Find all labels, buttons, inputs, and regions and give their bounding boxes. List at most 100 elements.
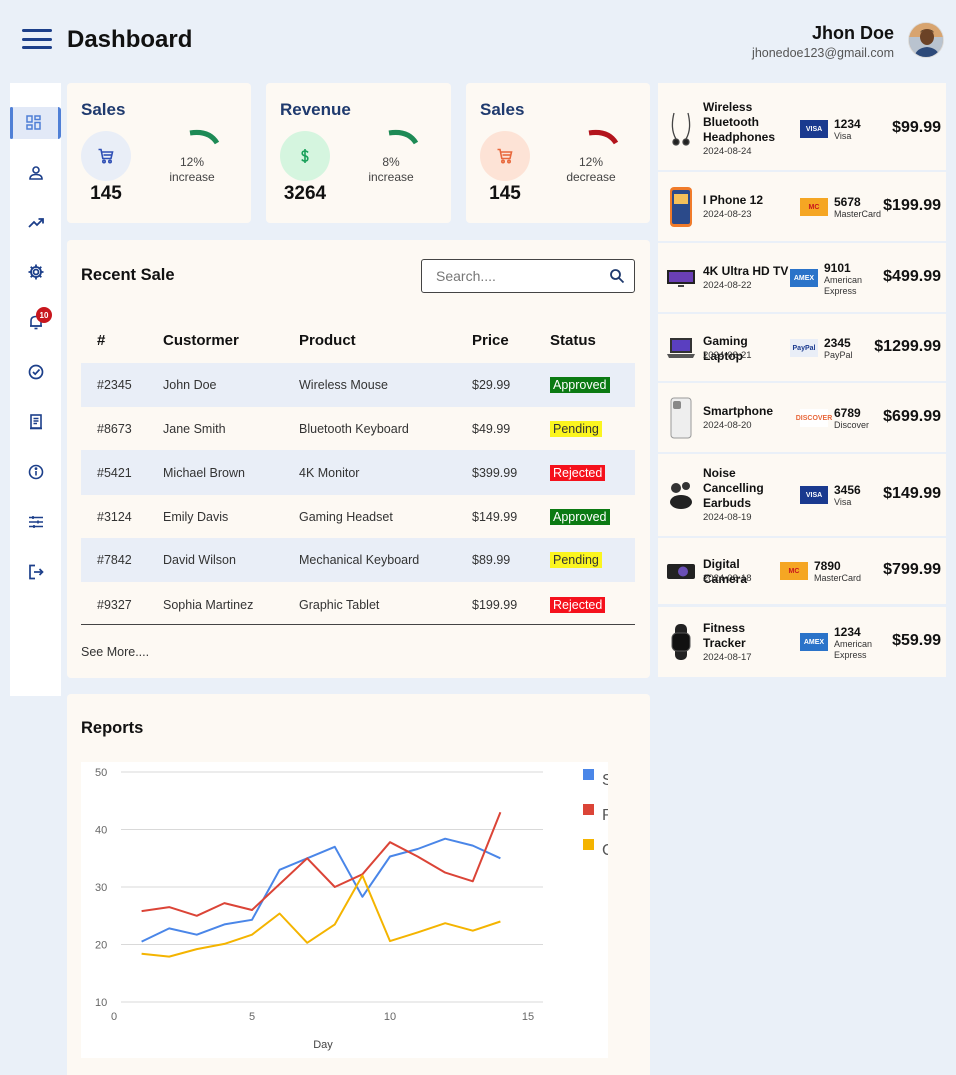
cell-customer: David Wilson xyxy=(147,538,283,582)
cell-product: Graphic Tablet xyxy=(283,582,456,628)
smartphone-icon xyxy=(666,387,696,448)
stat-card-revenue: Revenue 3264 8% increase xyxy=(266,83,451,223)
stat-value: 3264 xyxy=(283,183,327,204)
camera-icon xyxy=(666,542,696,600)
cell-id: #5421 xyxy=(81,450,147,495)
sliders-icon xyxy=(28,516,43,528)
status-badge: Approved xyxy=(550,377,610,393)
card-number: 7890 xyxy=(814,559,841,573)
line-chart: 10 20 30 40 50 0 5 10 15 Day S R C xyxy=(95,767,614,1051)
phone-icon xyxy=(666,176,696,237)
transaction-item[interactable]: Noise Cancelling Earbuds 2024-08-19 VISA 34… xyxy=(658,454,946,536)
status-badge: Rejected xyxy=(550,597,606,613)
card-brand: MasterCard xyxy=(834,209,882,219)
transaction-item[interactable]: Digital Camera 2024-08-18 MC 7890 MasterCard… xyxy=(658,538,946,604)
sidebar-item-filters[interactable] xyxy=(10,506,61,538)
series-line-0 xyxy=(141,837,501,943)
search-icon[interactable] xyxy=(609,268,625,284)
transaction-date: 2024-08-21 xyxy=(703,350,752,361)
stat-percent: 8% xyxy=(382,155,400,169)
transaction-amount: $149.99 xyxy=(883,485,941,502)
table-row[interactable]: #5421 Michael Brown 4K Monitor $399.99 Rejec… xyxy=(81,450,635,495)
table-row[interactable]: #2345 John Doe Wireless Mouse $29.99 Approve… xyxy=(81,363,635,407)
series-line-1 xyxy=(141,811,502,917)
transaction-date: 2024-08-23 xyxy=(703,209,752,220)
table-row[interactable]: #9327 Sophia Martinez Graphic Tablet $199.9… xyxy=(81,582,635,628)
column-header: Status xyxy=(550,332,596,349)
see-more-link[interactable]: See More.... xyxy=(81,645,149,659)
transaction-amount: $199.99 xyxy=(883,197,941,214)
stat-percent: 12% xyxy=(179,155,205,169)
table-row[interactable]: #3124 Emily Davis Gaming Headset $149.99 App… xyxy=(81,495,635,538)
stat-trend: increase xyxy=(169,170,215,184)
amex-card-icon: AMEX xyxy=(800,633,828,651)
stat-card-sales-decrease: Sales 145 12% decrease xyxy=(466,83,650,223)
cell-id: #3124 xyxy=(81,495,147,538)
sidebar-item-profile[interactable] xyxy=(10,157,61,189)
card-brand: Visa xyxy=(834,497,852,507)
transaction-amount: $59.99 xyxy=(892,632,941,649)
transaction-item[interactable]: Wireless Bluetooth Headphones 2024-08-24 V… xyxy=(658,87,946,170)
user-icon xyxy=(28,166,43,180)
column-header: Price xyxy=(472,332,509,349)
search-input[interactable] xyxy=(436,268,596,284)
reports-panel: Reports 10 20 30 40 50 0 5 10 15 Day S R C xyxy=(67,694,650,1075)
transaction-name: Fitness Tracker xyxy=(703,621,746,650)
sidebar-item-analytics[interactable] xyxy=(10,207,61,239)
recent-sale-title: Recent Sale xyxy=(81,266,175,284)
sidebar-item-logout[interactable] xyxy=(10,556,61,588)
transaction-date: 2024-08-17 xyxy=(703,652,752,663)
column-header: Custormer xyxy=(163,332,239,349)
stat-percent: 12% xyxy=(578,155,604,169)
transaction-item[interactable]: Smartphone 2024-08-20 DISCOVER 6789 Discover… xyxy=(658,383,946,452)
transactions-list: Wireless Bluetooth Headphones 2024-08-24 V… xyxy=(658,83,946,693)
x-tick-label: 0 xyxy=(111,1011,117,1023)
cell-id: #7842 xyxy=(81,538,147,582)
trend-arc xyxy=(189,130,220,145)
x-tick-label: 15 xyxy=(522,1011,534,1023)
stat-icon-circle xyxy=(480,131,530,181)
transaction-item[interactable]: Fitness Tracker 2024-08-17 AMEX 1234 America… xyxy=(658,607,946,677)
grid-icon xyxy=(26,115,41,130)
sidebar: 10 xyxy=(10,83,61,696)
menu-icon[interactable] xyxy=(22,29,52,49)
cell-customer: Michael Brown xyxy=(147,450,283,495)
dollar-icon xyxy=(301,149,309,163)
table-row[interactable]: #8673 Jane Smith Bluetooth Keyboard $49.99 P… xyxy=(81,407,635,450)
sidebar-item-settings[interactable] xyxy=(10,256,61,288)
stat-change: 12% increase xyxy=(157,155,227,185)
cell-id: #2345 xyxy=(81,363,147,407)
transaction-item[interactable]: 4K Ultra HD TV 2024-08-22 AMEX 9101 American… xyxy=(658,243,946,312)
transaction-item[interactable]: I Phone 12 2024-08-23 MC 5678 MasterCard $199… xyxy=(658,172,946,241)
transaction-name: Noise Cancelling Earbuds xyxy=(703,466,764,510)
sidebar-item-dashboard[interactable] xyxy=(10,107,61,139)
cell-customer: Jane Smith xyxy=(147,407,283,450)
cell-price: $199.99 xyxy=(456,582,534,628)
transaction-date: 2024-08-20 xyxy=(703,420,752,431)
sidebar-item-tasks[interactable] xyxy=(10,356,61,388)
cart-icon xyxy=(497,148,513,164)
column-header: Product xyxy=(299,332,356,349)
visa-card-icon: VISA xyxy=(800,486,828,504)
y-tick-label: 40 xyxy=(95,825,107,837)
sidebar-item-info[interactable] xyxy=(10,456,61,488)
cell-price: $399.99 xyxy=(456,450,534,495)
legend-swatch xyxy=(583,839,594,850)
card-number: 5678 xyxy=(834,195,861,209)
card-brand: Discover xyxy=(834,420,870,430)
transaction-item[interactable]: Gaming Laptop 2024-08-21 PayPal 2345 PayPal $… xyxy=(658,314,946,381)
stat-value: 145 xyxy=(489,183,521,204)
table-divider xyxy=(81,624,635,625)
cell-price: $29.99 xyxy=(456,363,534,407)
sidebar-item-reports[interactable] xyxy=(10,406,61,438)
sidebar-item-notifications[interactable]: 10 xyxy=(10,306,61,338)
transaction-date: 2024-08-24 xyxy=(703,146,752,157)
amex-card-icon: AMEX xyxy=(790,269,818,287)
trend-arc xyxy=(588,130,619,145)
x-tick-label: 10 xyxy=(384,1011,396,1023)
legend-label: C xyxy=(602,842,608,859)
visa-card-icon: VISA xyxy=(800,120,828,138)
cell-customer: Sophia Martinez xyxy=(147,582,283,628)
table-row[interactable]: #7842 David Wilson Mechanical Keyboard $89.… xyxy=(81,538,635,582)
avatar[interactable] xyxy=(908,22,944,58)
